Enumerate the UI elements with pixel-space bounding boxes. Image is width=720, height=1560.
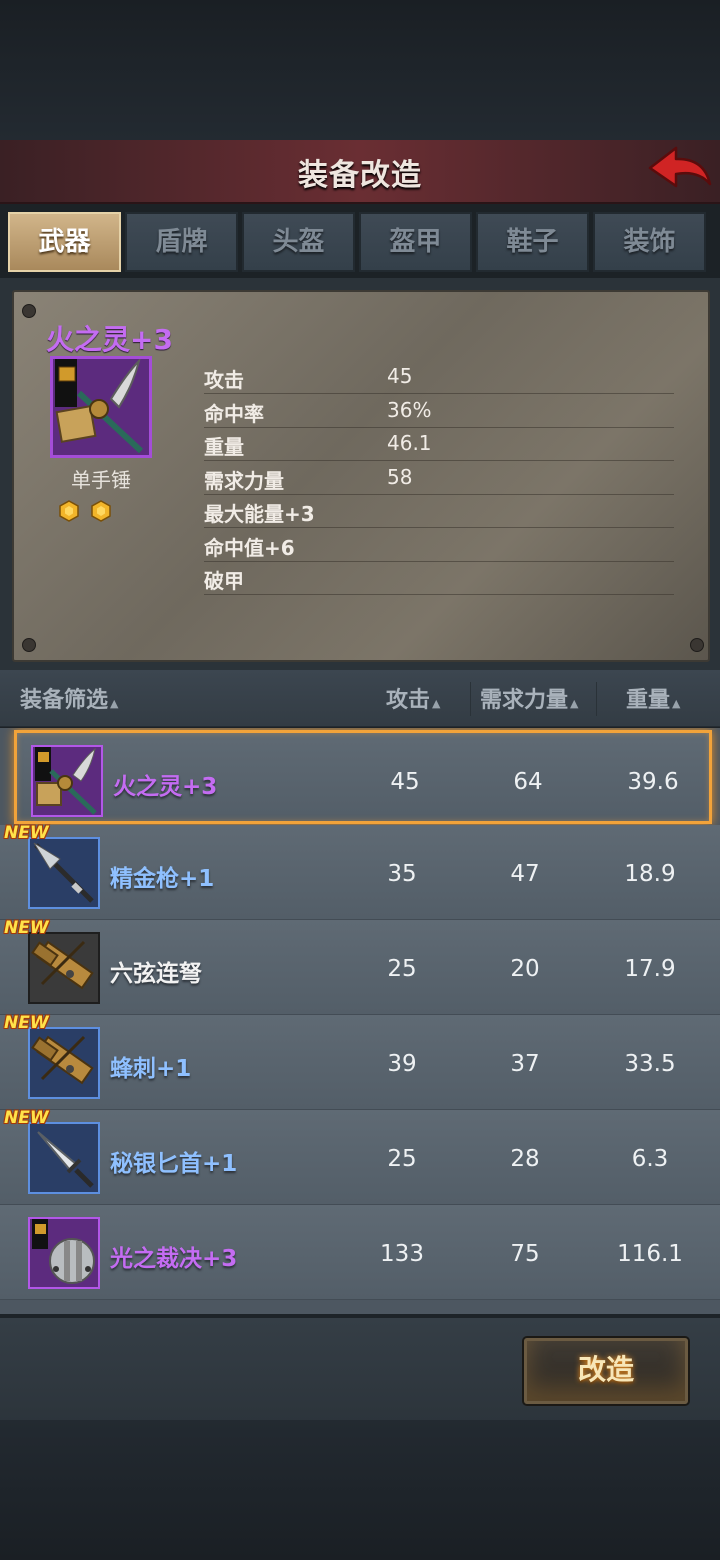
sort-arrow-icon: ▲ (672, 697, 681, 710)
equipment-row[interactable]: 光之裁决+3 133 75 116.1 (0, 1205, 720, 1300)
stat-value: 58 (387, 464, 413, 489)
sort-arrow-icon: ▲ (570, 697, 579, 710)
stat-value: 45 (387, 364, 413, 388)
reforge-button[interactable]: 改造 (524, 1338, 688, 1404)
strength-sort-button[interactable]: 需求力量 ▲ (480, 682, 578, 714)
stat-value: 46.1 (387, 431, 432, 455)
gem-slot-icon (59, 500, 79, 522)
filter-label: 装备筛选 (20, 688, 109, 713)
item-strength: 64 (513, 769, 543, 795)
item-attack: 25 (387, 956, 417, 982)
item-strength: 37 (510, 1051, 540, 1077)
filter-sort-button[interactable]: 装备筛选 ▲ (20, 682, 118, 714)
attack-header-label: 攻击 (386, 688, 431, 713)
weight-header-label: 重量 (626, 688, 671, 713)
item-attack: 25 (387, 1146, 417, 1172)
stat-row: 破甲 (204, 561, 674, 595)
hammer-icon (31, 745, 103, 817)
stat-row: 命中值+6 (204, 528, 674, 562)
dagger-icon (28, 1122, 100, 1194)
item-weight: 17.9 (624, 956, 676, 982)
pin-icon (690, 638, 704, 652)
tab-accessory[interactable]: 装饰 (593, 212, 706, 272)
item-weight: 39.6 (627, 769, 679, 795)
tab-shield[interactable]: 盾牌 (125, 212, 238, 272)
item-name: 火之灵+3 (113, 774, 218, 800)
item-strength: 28 (510, 1146, 540, 1172)
item-name: 光之裁决+3 (110, 1246, 238, 1272)
weight-sort-button[interactable]: 重量 ▲ (626, 682, 680, 714)
gem-slot-icon (91, 500, 111, 522)
header-divider (596, 682, 597, 716)
sort-arrow-icon: ▲ (432, 697, 441, 710)
selected-item-icon (50, 356, 152, 458)
bottom-margin (0, 1420, 720, 1560)
equipment-row[interactable]: 火之灵+3 45 64 39.6 (14, 730, 712, 824)
item-name: 秘银匕首+1 (110, 1151, 238, 1177)
item-name: 蜂刺+1 (110, 1056, 192, 1082)
hammer-icon (53, 357, 149, 455)
item-weight: 33.5 (624, 1051, 676, 1077)
header-divider (470, 682, 471, 716)
stat-label: 重量 (204, 435, 244, 459)
stat-row: 命中率 36% (204, 394, 674, 428)
item-name: 精金枪+1 (110, 866, 215, 892)
stat-label: 需求力量 (204, 468, 284, 493)
tab-weapon[interactable]: 武器 (8, 212, 121, 272)
equipment-row[interactable]: NEW 蜂刺+1 39 37 33.5 (0, 1013, 720, 1110)
new-badge: NEW (4, 1013, 49, 1033)
stat-row: 最大能量+3 (204, 494, 674, 528)
back-button[interactable] (646, 144, 714, 194)
stat-row: 重量 46.1 (204, 427, 674, 461)
tab-armor[interactable]: 盔甲 (359, 212, 472, 272)
new-badge: NEW (4, 1108, 49, 1128)
stat-label: 破甲 (204, 569, 244, 593)
equipment-row[interactable]: NEW 精金枪+1 35 47 18.9 (0, 823, 720, 920)
item-attack: 133 (380, 1241, 424, 1267)
stat-row: 攻击 45 (204, 360, 674, 394)
selected-item-type: 单手锤 (71, 468, 131, 492)
selected-item-name: 火之灵+3 (46, 323, 173, 356)
crossbow-icon (28, 1027, 100, 1099)
stat-value: 36% (387, 397, 432, 422)
new-badge: NEW (4, 823, 49, 843)
page-title: 装备改造 (298, 158, 422, 193)
equipment-row[interactable]: NEW 六弦连弩 25 20 17.9 (0, 918, 720, 1015)
new-badge: NEW (4, 918, 49, 938)
pin-icon (22, 304, 36, 318)
item-attack: 45 (390, 769, 420, 795)
item-attack: 35 (387, 861, 417, 887)
item-strength: 20 (510, 956, 540, 982)
equipment-row[interactable]: NEW 秘银匕首+1 25 28 6.3 (0, 1108, 720, 1205)
attack-sort-button[interactable]: 攻击 ▲ (386, 682, 440, 714)
item-weight: 6.3 (631, 1146, 669, 1172)
stat-label: 命中率 (204, 401, 264, 426)
mace-icon (28, 1217, 100, 1289)
pin-icon (22, 638, 36, 652)
top-margin (0, 0, 720, 140)
strength-header-label: 需求力量 (480, 688, 569, 713)
item-strength: 75 (510, 1241, 540, 1267)
stat-label: 最大能量+3 (204, 502, 315, 526)
sort-arrow-icon: ▲ (110, 697, 119, 710)
equipment-list[interactable]: 火之灵+3 45 64 39.6 NEW 精金枪+1 35 47 18.9 NEW 六弦连弩 25 20… (0, 728, 720, 1314)
stat-label: 命中值+6 (204, 535, 295, 560)
item-attack: 39 (387, 1051, 417, 1077)
stat-label: 攻击 (204, 368, 244, 392)
item-name: 六弦连弩 (110, 961, 202, 987)
spear-icon (28, 837, 100, 909)
item-weight: 18.9 (624, 861, 676, 887)
back-arrow-icon (648, 146, 712, 188)
stat-row: 需求力量 58 (204, 461, 674, 495)
item-strength: 47 (510, 861, 540, 887)
crossbow-icon (28, 932, 100, 1004)
item-weight: 116.1 (617, 1241, 683, 1267)
tab-helmet[interactable]: 头盔 (242, 212, 355, 272)
tab-shoes[interactable]: 鞋子 (476, 212, 589, 272)
